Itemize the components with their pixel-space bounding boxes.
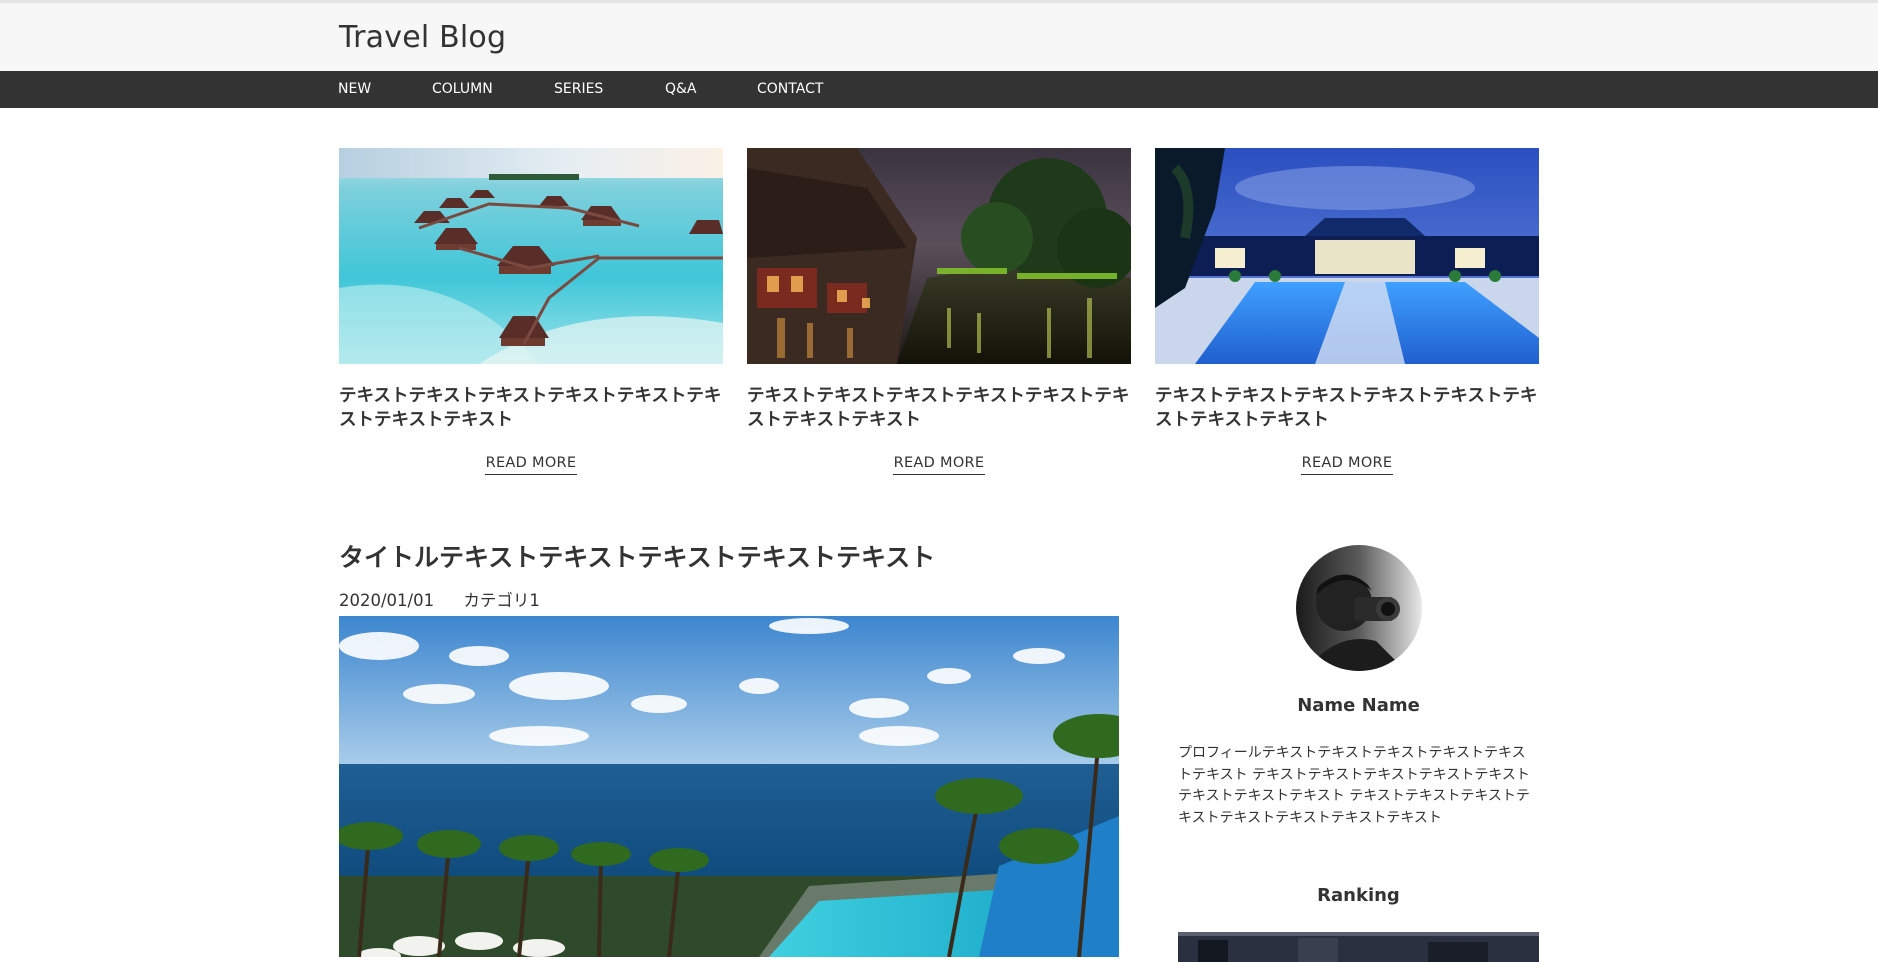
nav-item-contact[interactable]: CONTACT [757,81,823,97]
site-logo[interactable]: Travel Blog [339,20,506,55]
profile-name: Name Name [1297,695,1420,716]
nav-item-series[interactable]: SERIES [554,81,603,97]
site-header: Travel Blog [0,0,1878,71]
featured-card[interactable]: テキストテキストテキストテキストテキストテキストテキストテキスト READ MO… [1155,148,1539,475]
profile-avatar [1296,545,1422,671]
featured-card-title[interactable]: テキストテキストテキストテキストテキストテキストテキストテキスト [339,384,723,432]
ranking-image[interactable] [1178,932,1539,962]
featured-card-title[interactable]: テキストテキストテキストテキストテキストテキストテキストテキスト [1155,384,1539,432]
global-nav: NEW COLUMN SERIES Q&A CONTACT [0,71,1878,108]
nav-item-column[interactable]: COLUMN [432,81,493,97]
post-title[interactable]: タイトルテキストテキストテキストテキストテキスト [339,538,935,574]
read-more-link[interactable]: READ MORE [892,455,986,475]
post-image-ocean-resort [339,616,1119,957]
read-more-link[interactable]: READ MORE [1300,455,1394,475]
featured-image-canal-town-night[interactable] [747,148,1131,364]
featured-image-overwater-bungalows[interactable] [339,148,723,364]
featured-card-title[interactable]: テキストテキストテキストテキストテキストテキストテキストテキスト [747,384,1131,432]
nav-item-qa[interactable]: Q&A [665,81,697,97]
profile-text: プロフィールテキストテキストテキストテキストテキストテキスト テキストテキストテ… [1178,745,1530,826]
post-meta: 2020/01/01 カテゴリ1 [339,587,540,611]
featured-card[interactable]: テキストテキストテキストテキストテキストテキストテキストテキスト READ MO… [339,148,723,475]
post-date: 2020/01/01 [339,591,435,610]
nav-item-new[interactable]: NEW [338,81,371,97]
featured-card[interactable]: テキストテキストテキストテキストテキストテキストテキストテキスト READ MO… [747,148,1131,475]
read-more-link[interactable]: READ MORE [484,455,578,475]
ranking-title: Ranking [1317,885,1400,906]
post-category[interactable]: カテゴリ1 [463,591,540,610]
featured-image-resort-pool-night[interactable] [1155,148,1539,364]
